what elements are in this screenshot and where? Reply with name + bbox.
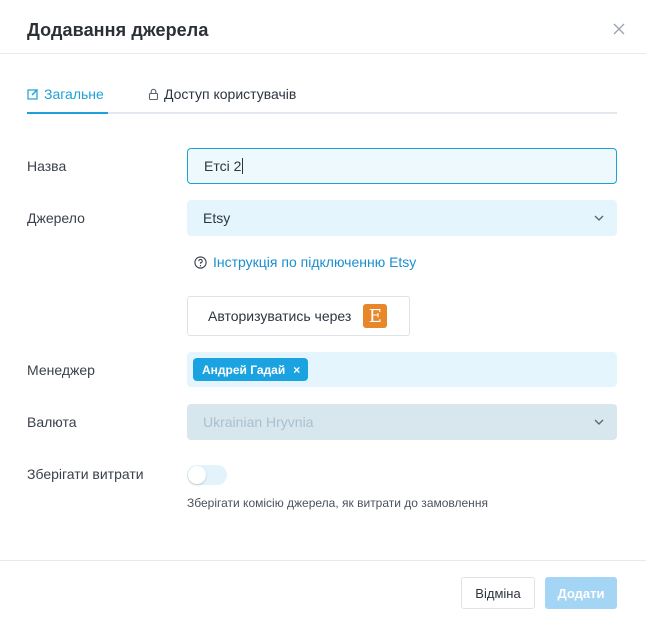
chip-remove-icon[interactable]: × [293, 363, 300, 377]
source-label: Джерело [27, 210, 85, 226]
edit-icon [27, 89, 38, 100]
save-expenses-label: Зберігати витрати [27, 466, 144, 482]
tab-user-access-label: Доступ користувачів [164, 86, 297, 102]
tab-general-label: Загальне [44, 86, 104, 102]
tab-bar: Загальне Доступ користувачів [27, 84, 617, 114]
name-label: Назва [27, 158, 67, 174]
manager-multiselect[interactable]: Андрей Гадай × [187, 352, 617, 387]
add-source-dialog: Додавання джерела Загальне Доступ корист… [0, 0, 646, 623]
dialog-footer: Відміна Додати [0, 560, 646, 623]
chevron-down-icon [594, 215, 604, 221]
currency-label: Валюта [27, 414, 77, 430]
tab-user-access[interactable]: Доступ користувачів [148, 86, 296, 114]
name-input[interactable]: Етсі 2 [187, 148, 617, 184]
tab-general[interactable]: Загальне [27, 86, 108, 114]
manager-chip-label: Андрей Гадай [202, 362, 286, 377]
manager-label: Менеджер [27, 362, 95, 378]
source-select-value: Etsy [203, 210, 231, 226]
lock-icon [148, 88, 159, 100]
toggle-knob [188, 466, 206, 484]
currency-select: Ukrainian Hryvnia [187, 404, 617, 440]
dialog-title: Додавання джерела [27, 20, 209, 40]
currency-select-value: Ukrainian Hryvnia [203, 414, 314, 430]
etsy-instructions-link[interactable]: Інструкція по підключенню Etsy [194, 254, 416, 270]
authorize-label: Авторизуватись через [208, 308, 352, 324]
name-input-value: Етсі 2 [204, 158, 242, 174]
add-button[interactable]: Додати [545, 577, 617, 609]
text-caret [242, 158, 244, 174]
chevron-down-icon [594, 419, 604, 425]
close-icon[interactable] [610, 20, 628, 38]
etsy-instructions-text: Інструкція по підключенню Etsy [213, 254, 417, 270]
dialog-header: Додавання джерела [0, 0, 646, 54]
etsy-logo: E [363, 304, 388, 328]
manager-chip: Андрей Гадай × [193, 358, 309, 381]
source-select[interactable]: Etsy [187, 200, 617, 236]
cancel-button[interactable]: Відміна [461, 577, 535, 609]
help-circle-icon [194, 255, 207, 269]
save-expenses-hint: Зберігати комісію джерела, як витрати до… [187, 496, 488, 510]
save-expenses-toggle[interactable] [187, 465, 227, 485]
authorize-etsy-button[interactable]: Авторизуватись через E [187, 296, 410, 336]
